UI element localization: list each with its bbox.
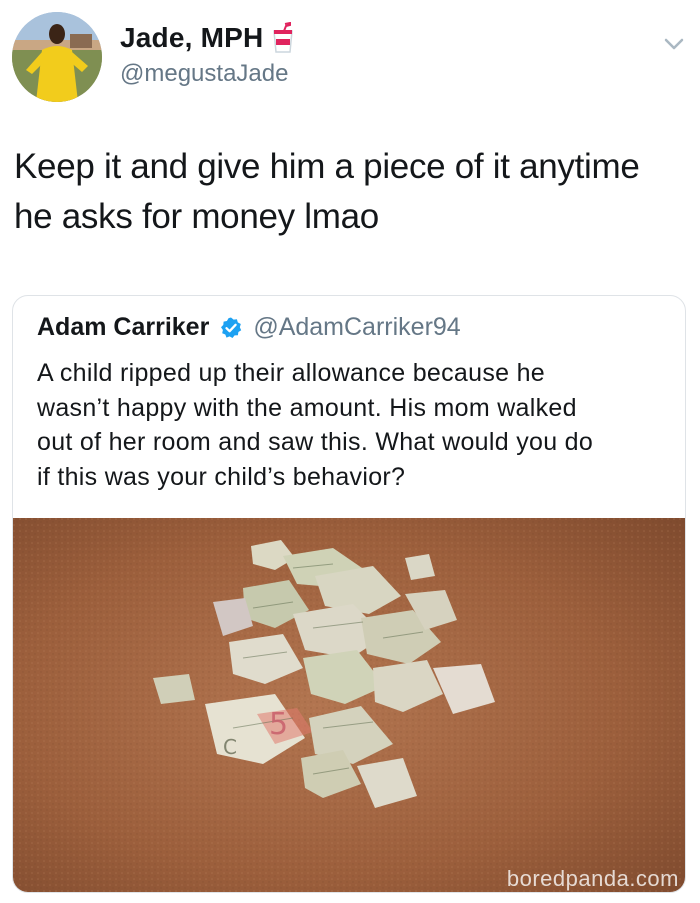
tweet-text-line: Keep it and give him a piece of it anyti… — [14, 147, 640, 186]
quoted-text-line: out of her room and saw this. What would… — [37, 428, 594, 456]
avatar[interactable] — [12, 12, 102, 102]
quoted-tweet-image[interactable]: 5 C boredpanda.com — [13, 518, 685, 892]
cup-with-straw-icon — [273, 22, 294, 53]
svg-text:5: 5 — [269, 707, 288, 742]
author-handle[interactable]: @megustaJade — [120, 60, 288, 88]
quoted-text-line: if this was your child’s behavior? — [37, 462, 406, 491]
svg-text:C: C — [223, 735, 237, 759]
quoted-text-line: A child ripped up their allowance becaus… — [37, 359, 545, 387]
quoted-tweet-header: Adam Carriker @AdamCarriker94 — [37, 313, 461, 342]
tweet-text: Keep it and give him a piece of it anyti… — [14, 142, 690, 242]
torn-money-photo: 5 C — [13, 518, 685, 892]
quoted-author-handle[interactable]: @AdamCarriker94 — [253, 313, 460, 342]
quoted-tweet-card[interactable]: Adam Carriker @AdamCarriker94 A child ri… — [12, 295, 686, 893]
quoted-tweet-text: A child ripped up their allowance becaus… — [37, 356, 665, 494]
watermark: boredpanda.com — [506, 866, 679, 891]
avatar-photo — [12, 12, 102, 102]
verified-badge-icon — [221, 317, 242, 338]
tweet-text-line: he asks for money lmao — [14, 197, 379, 236]
quoted-author-name[interactable]: Adam Carriker — [37, 313, 209, 342]
tweet-header: Jade, MPH @megustaJade — [0, 0, 700, 110]
quoted-text-line: wasn’t happy with the amount. His mom wa… — [37, 393, 577, 422]
author-display-name[interactable]: Jade, MPH — [120, 22, 263, 54]
chevron-down-icon[interactable] — [660, 30, 688, 58]
